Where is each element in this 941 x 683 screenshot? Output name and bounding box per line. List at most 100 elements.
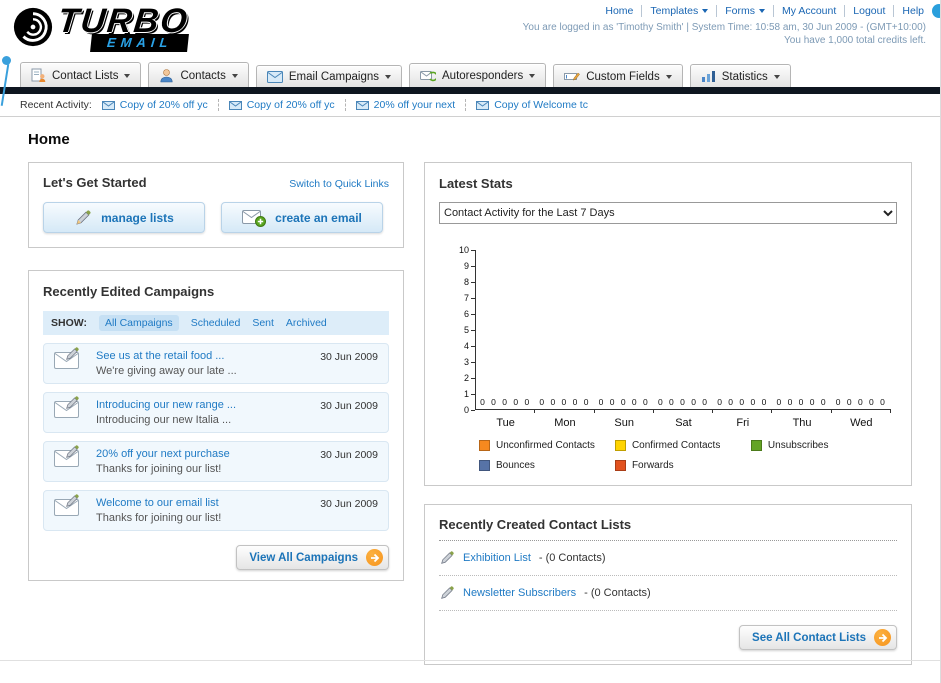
pencil-icon bbox=[441, 586, 454, 599]
switch-to-quick-links[interactable]: Switch to Quick Links bbox=[289, 178, 389, 190]
top-link-my-account[interactable]: My Account bbox=[774, 5, 846, 17]
top-link-logout[interactable]: Logout bbox=[845, 5, 895, 17]
campaign-row[interactable]: See us at the retail food ... We're givi… bbox=[43, 343, 389, 384]
filter-archived[interactable]: Archived bbox=[286, 317, 327, 329]
top-links: Home Templates Forms My Account Logout H… bbox=[523, 5, 926, 17]
contact-list-detail: - (0 Contacts) bbox=[584, 587, 651, 599]
x-axis-label: Thu bbox=[792, 417, 812, 429]
view-all-campaigns-button[interactable]: View All Campaigns bbox=[236, 545, 389, 570]
recent-activity-item[interactable]: Copy of Welcome tc bbox=[476, 99, 598, 111]
legend-item: Bounces bbox=[479, 460, 615, 471]
recent-activity-link: 20% off your next bbox=[373, 99, 456, 111]
nav-tab-statistics[interactable]: Statistics bbox=[689, 64, 791, 87]
envelope-pencil-icon bbox=[54, 494, 86, 524]
campaign-subtitle: Thanks for joining our list! bbox=[96, 512, 222, 524]
legend-label: Unsubscribes bbox=[767, 440, 829, 451]
get-started-panel: Let's Get Started Switch to Quick Links … bbox=[28, 162, 404, 248]
campaign-title-link[interactable]: Welcome to our email list bbox=[96, 497, 221, 509]
create-an-email-button[interactable]: create an email bbox=[221, 202, 383, 233]
legend-swatch bbox=[614, 460, 626, 471]
turbo-email-logo[interactable]: TURBO EMAIL bbox=[12, 2, 191, 52]
pencil-icon bbox=[76, 209, 91, 225]
contact-list-name-link[interactable]: Newsletter Subscribers bbox=[463, 587, 576, 599]
legend-item: Forwards bbox=[614, 460, 751, 471]
top-link-label: Home bbox=[605, 5, 634, 17]
recent-activity-item[interactable]: Copy of 20% off yc bbox=[101, 99, 219, 111]
legend-label: Bounces bbox=[496, 460, 535, 471]
campaign-date: 30 Jun 2009 bbox=[320, 351, 378, 363]
app-window: TURBO EMAIL Home Templates Forms My Acco… bbox=[0, 0, 941, 683]
nav-tab-contacts[interactable]: Contacts bbox=[148, 62, 249, 87]
x-axis-label: Tue bbox=[496, 417, 515, 429]
filter-all-campaigns[interactable]: All Campaigns bbox=[98, 315, 179, 331]
show-label: SHOW: bbox=[51, 317, 87, 329]
x-axis-label: Sun bbox=[614, 417, 634, 429]
nav-tab-custom-fields[interactable]: Custom Fields bbox=[553, 64, 683, 87]
contact-list-row[interactable]: Newsletter Subscribers - (0 Contacts) bbox=[439, 576, 897, 611]
chart-group: 0 0 0 0 0 Tue bbox=[476, 250, 536, 429]
campaign-row[interactable]: Introducing our new range ... Introducin… bbox=[43, 392, 389, 433]
top-link-help[interactable]: Help bbox=[894, 5, 926, 17]
nav-tab-autoresponders[interactable]: Autoresponders bbox=[409, 63, 547, 87]
legend-label: Forwards bbox=[631, 460, 674, 471]
header: TURBO EMAIL Home Templates Forms My Acco… bbox=[0, 0, 940, 58]
nav-tab-email-campaigns[interactable]: Email Campaigns bbox=[255, 65, 402, 87]
top-link-templates[interactable]: Templates bbox=[642, 5, 718, 17]
top-link-label: Help bbox=[902, 5, 924, 17]
chart-plot: 0 0 0 0 0 Tue 0 0 0 0 0 Mon 0 0 0 0 0 Sun 0 0 … bbox=[475, 250, 892, 429]
arrow-right-icon bbox=[366, 549, 383, 566]
chart-value-labels: 0 0 0 0 0 bbox=[480, 397, 532, 407]
nav-tab-label: Custom Fields bbox=[586, 70, 660, 83]
chart-group: 0 0 0 0 0 Fri bbox=[713, 250, 773, 429]
nav-tab-label: Autoresponders bbox=[442, 70, 524, 82]
legend-swatch bbox=[750, 440, 762, 451]
filter-sent[interactable]: Sent bbox=[252, 317, 274, 329]
campaign-row[interactable]: 20% off your next purchase Thanks for jo… bbox=[43, 441, 389, 482]
nav-tab-contact-lists[interactable]: Contact Lists bbox=[20, 62, 142, 87]
campaign-date: 30 Jun 2009 bbox=[320, 400, 378, 412]
contact-list-row[interactable]: Exhibition List - (0 Contacts) bbox=[439, 541, 897, 576]
contact-list-detail: - (0 Contacts) bbox=[538, 552, 606, 564]
recent-activity-item[interactable]: Copy of 20% off yc bbox=[228, 99, 346, 111]
campaign-date: 30 Jun 2009 bbox=[320, 449, 378, 461]
campaign-title-link[interactable]: Introducing our new range ... bbox=[96, 399, 236, 411]
chart-value-labels: 0 0 0 0 0 bbox=[776, 397, 828, 407]
chart-value-labels: 0 0 0 0 0 bbox=[835, 397, 887, 407]
statistics-icon bbox=[701, 71, 715, 82]
campaign-date: 30 Jun 2009 bbox=[320, 498, 378, 510]
manage-lists-button[interactable]: manage lists bbox=[43, 202, 205, 233]
envelope-pencil-icon bbox=[54, 396, 86, 426]
campaign-title-link[interactable]: See us at the retail food ... bbox=[96, 350, 237, 362]
left-column: Let's Get Started Switch to Quick Links … bbox=[28, 162, 404, 581]
main-content: Home Let's Get Started Switch to Quick L… bbox=[0, 117, 940, 665]
top-link-forms[interactable]: Forms bbox=[717, 5, 774, 17]
contact-list-name-link[interactable]: Exhibition List bbox=[463, 552, 531, 564]
see-all-contact-lists-button[interactable]: See All Contact Lists bbox=[739, 625, 897, 650]
chart-group: 0 0 0 0 0 Sun bbox=[595, 250, 655, 429]
chart-value-labels: 0 0 0 0 0 bbox=[717, 397, 769, 407]
chart-group: 0 0 0 0 0 Wed bbox=[832, 250, 892, 429]
filter-scheduled[interactable]: Scheduled bbox=[191, 317, 241, 329]
campaigns-filter-bar: SHOW: All Campaigns Scheduled Sent Archi… bbox=[43, 311, 389, 335]
logo-title: TURBO bbox=[56, 2, 191, 40]
contact-activity-chart: 10 9 8 7 6 5 4 3 2 1 0 0 0 0 0 0 Tue 0 0 0 0 0 Mon 0 0… bbox=[445, 245, 892, 471]
custom-fields-icon bbox=[564, 72, 581, 81]
recent-activity-item[interactable]: 20% off your next bbox=[355, 99, 467, 111]
latest-stats-title: Latest Stats bbox=[439, 176, 513, 191]
pencil-icon bbox=[441, 551, 454, 564]
chart-value-labels: 0 0 0 0 0 bbox=[539, 397, 591, 407]
chart-groups: 0 0 0 0 0 Tue 0 0 0 0 0 Mon 0 0 0 0 0 Sun 0 0 … bbox=[476, 250, 892, 429]
legend-item: Unconfirmed Contacts bbox=[479, 440, 615, 451]
top-link-label: Forms bbox=[725, 5, 755, 17]
top-link-home[interactable]: Home bbox=[597, 5, 643, 17]
campaign-row[interactable]: Welcome to our email list Thanks for joi… bbox=[43, 490, 389, 531]
credits-info: You have 1,000 total credits left. bbox=[784, 35, 926, 46]
caret-down-icon bbox=[758, 9, 765, 13]
stats-period-select[interactable]: Contact Activity for the Last 7 Days bbox=[439, 202, 897, 224]
recent-activity-label: Recent Activity: bbox=[20, 99, 92, 111]
caret-down-icon bbox=[231, 73, 238, 78]
campaign-title-link[interactable]: 20% off your next purchase bbox=[96, 448, 230, 460]
manage-lists-label: manage lists bbox=[101, 210, 174, 225]
page-title: Home bbox=[28, 131, 70, 148]
get-started-title: Let's Get Started bbox=[43, 175, 147, 190]
